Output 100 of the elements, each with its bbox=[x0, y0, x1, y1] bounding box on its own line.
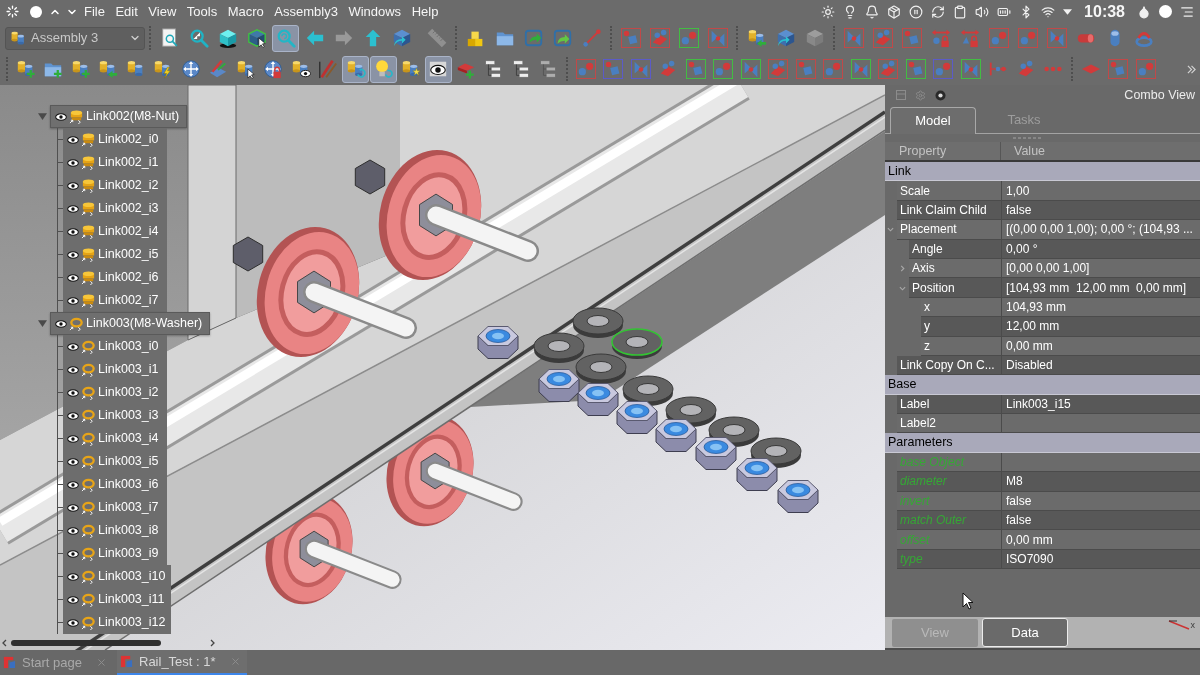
tree-item[interactable]: Link002_i4 bbox=[63, 220, 167, 243]
eye-icon[interactable] bbox=[55, 112, 67, 121]
share-icon[interactable] bbox=[552, 28, 573, 48]
tree-item[interactable]: Link003_i11 bbox=[63, 588, 171, 611]
magnifier-arrow-icon[interactable] bbox=[188, 28, 209, 48]
eye-icon[interactable] bbox=[67, 273, 79, 282]
circle-icon[interactable] bbox=[30, 5, 42, 18]
eye-icon[interactable] bbox=[67, 549, 79, 558]
eye-icon[interactable] bbox=[67, 503, 79, 512]
two-triangles-icon[interactable] bbox=[960, 59, 981, 79]
eye-icon[interactable] bbox=[67, 204, 79, 213]
pencils-icon[interactable] bbox=[318, 59, 339, 79]
two-circles-icon[interactable] bbox=[678, 28, 699, 48]
tree-item[interactable]: Link002_i7 bbox=[63, 289, 167, 312]
eye-icon[interactable] bbox=[935, 89, 946, 101]
property-value[interactable]: Link003_i15 bbox=[1001, 394, 1200, 415]
eye-icon[interactable] bbox=[67, 365, 79, 374]
eye-icon[interactable] bbox=[67, 181, 79, 190]
group-header[interactable]: Link bbox=[885, 162, 1200, 182]
property-value[interactable]: false bbox=[1001, 511, 1200, 531]
document-tab[interactable]: Rail_Test : 1* bbox=[117, 650, 247, 675]
spinner-icon[interactable] bbox=[6, 5, 19, 18]
property-value[interactable]: [0,00 0,00 1,00] bbox=[1001, 258, 1200, 279]
more-chevrons-icon[interactable] bbox=[1187, 64, 1196, 74]
cylinders-arrow-icon[interactable] bbox=[746, 28, 767, 48]
group-header[interactable]: Parameters bbox=[885, 433, 1200, 453]
cylinders-bolt-icon[interactable] bbox=[153, 59, 174, 79]
property-value[interactable]: 0,00 mm bbox=[1001, 336, 1200, 356]
property-value[interactable]: [104,93 mm 12,00 mm 0,00 mm] bbox=[1001, 278, 1200, 298]
toggle-button[interactable] bbox=[342, 55, 370, 83]
column-header[interactable]: Property bbox=[885, 142, 1001, 160]
menu-item[interactable]: Macro bbox=[227, 1, 264, 22]
list-icon[interactable] bbox=[1180, 4, 1194, 19]
sun-icon[interactable] bbox=[821, 4, 836, 19]
tree-item[interactable]: Link003_i4 bbox=[63, 427, 167, 450]
property-name[interactable]: Link Copy On C... bbox=[897, 355, 1001, 376]
property-value[interactable]: ISO7090 bbox=[1001, 549, 1200, 570]
tree-icon[interactable] bbox=[483, 59, 504, 79]
eye-icon[interactable] bbox=[67, 480, 79, 489]
drop-icon[interactable] bbox=[1137, 4, 1151, 19]
share-icon[interactable] bbox=[523, 28, 544, 48]
property-value[interactable]: 12,00 mm bbox=[1001, 317, 1200, 337]
tree-item[interactable]: Link002(M8-Nut) bbox=[50, 105, 188, 128]
cylinders-eye-icon[interactable] bbox=[290, 59, 311, 79]
pencil-tray-icon[interactable] bbox=[208, 59, 229, 79]
tree-item[interactable]: Link003_i0 bbox=[63, 335, 167, 358]
eye-icon[interactable] bbox=[67, 135, 79, 144]
property-value[interactable]: [(0,00 0,00 1,00); 0,00 °; (104,93 ... bbox=[1001, 220, 1200, 240]
cube-cursor-icon[interactable] bbox=[246, 28, 267, 48]
tree-item[interactable]: Link002_i5 bbox=[63, 243, 167, 266]
group-header[interactable]: Base bbox=[885, 375, 1200, 395]
two-circles-icon[interactable] bbox=[713, 59, 734, 79]
eye-icon[interactable] bbox=[67, 595, 79, 604]
eye-icon[interactable] bbox=[67, 526, 79, 535]
pause-icon[interactable] bbox=[909, 4, 924, 19]
tree-item[interactable]: Link003(M8-Washer) bbox=[50, 312, 211, 335]
tree-icon[interactable] bbox=[510, 59, 531, 79]
circle-square-icon[interactable] bbox=[685, 59, 706, 79]
tree-item[interactable]: Link003_i10 bbox=[63, 565, 172, 588]
tree-item[interactable]: Link003_i7 bbox=[63, 496, 167, 519]
tree-item[interactable]: Link003_i8 bbox=[63, 519, 167, 542]
chevron-down-icon[interactable] bbox=[899, 284, 906, 292]
cube-icon[interactable] bbox=[217, 28, 238, 48]
two-triangles-icon[interactable] bbox=[850, 59, 871, 79]
two-triangles-icon[interactable] bbox=[740, 59, 761, 79]
property-name[interactable]: y bbox=[921, 317, 1001, 337]
eye-icon[interactable] bbox=[67, 296, 79, 305]
column-header[interactable]: Value bbox=[1001, 142, 1200, 160]
toggle-button[interactable] bbox=[369, 55, 397, 83]
cylinders-cursor-icon[interactable] bbox=[235, 59, 256, 79]
tree-item[interactable]: Link003_i5 bbox=[63, 450, 167, 473]
eye-icon[interactable] bbox=[55, 319, 67, 328]
cylinders-arrow-icon[interactable] bbox=[98, 59, 119, 79]
value-cell[interactable] bbox=[1001, 452, 1200, 473]
speaker-icon[interactable] bbox=[975, 4, 990, 19]
wifi-icon[interactable] bbox=[1041, 4, 1056, 19]
property-value[interactable]: 0,00 ° bbox=[1001, 239, 1200, 259]
toggle-button[interactable] bbox=[272, 24, 299, 52]
menu-item[interactable]: View bbox=[148, 1, 177, 22]
property-value[interactable]: 0,00 mm bbox=[1001, 530, 1200, 550]
tree-item[interactable]: Link003_i3 bbox=[63, 404, 167, 427]
property-value[interactable]: 104,93 mm bbox=[1001, 297, 1200, 318]
tree-item[interactable]: Link003_i6 bbox=[63, 473, 167, 496]
bell-icon[interactable] bbox=[865, 4, 880, 19]
document-magnifier-icon[interactable] bbox=[159, 28, 180, 48]
property-name[interactable]: Angle bbox=[909, 239, 1001, 259]
eye-icon[interactable] bbox=[67, 388, 79, 397]
cube-arrow-icon[interactable] bbox=[391, 28, 412, 48]
menu-item[interactable]: Help bbox=[411, 1, 439, 22]
eye-icon[interactable] bbox=[67, 227, 79, 236]
clipboard-icon[interactable] bbox=[953, 4, 968, 19]
property-value[interactable]: 1,00 bbox=[1001, 181, 1200, 201]
tree-item[interactable]: Link003_i9 bbox=[63, 542, 167, 565]
property-name[interactable]: Position bbox=[909, 278, 1001, 298]
cylinders-plus-icon[interactable] bbox=[70, 59, 91, 79]
value-cell[interactable] bbox=[1001, 414, 1200, 434]
tree-item[interactable]: Link002_i6 bbox=[63, 266, 167, 289]
eye-icon[interactable] bbox=[67, 342, 79, 351]
eye-icon[interactable] bbox=[67, 434, 79, 443]
cube-arrow-icon[interactable] bbox=[775, 28, 796, 48]
